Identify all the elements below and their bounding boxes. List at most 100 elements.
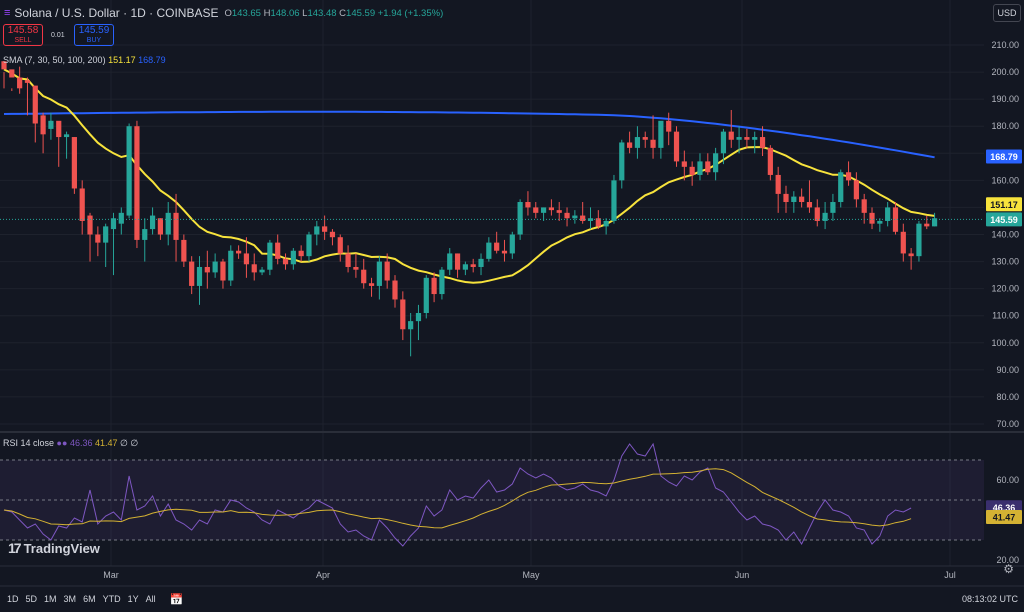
currency-selector[interactable]: USD xyxy=(993,4,1021,22)
candle-body xyxy=(658,120,664,148)
candle-body xyxy=(470,264,476,267)
candle-body xyxy=(181,239,187,262)
settings-gear-icon[interactable]: ⚙ xyxy=(1003,562,1014,576)
candle xyxy=(775,166,781,213)
candle xyxy=(454,253,461,278)
candle xyxy=(220,258,226,289)
candle-body xyxy=(251,264,257,273)
candle-body xyxy=(275,242,281,259)
sma-legend[interactable]: SMA (7, 30, 50, 100, 200) 151.17 168.79 xyxy=(3,55,166,65)
candle-body xyxy=(845,172,852,181)
candle xyxy=(9,69,15,92)
candle-body xyxy=(290,250,296,265)
candle-body xyxy=(149,215,156,230)
sell-button[interactable]: 145.58 SELL xyxy=(3,24,43,46)
candle xyxy=(431,272,437,303)
chart-canvas[interactable]: 70.00 80.00 90.00 100.00 110.00 120.00 130.00 1… xyxy=(0,0,1024,612)
candle-body xyxy=(415,313,422,322)
timeframe-1d[interactable]: 1D xyxy=(7,594,19,604)
price-tick-label: 140.00 xyxy=(991,230,1019,240)
bottom-toolbar: 1D 5D 1M 3M 6M YTD 1Y All 📅 08:13:02 UTC xyxy=(0,586,1024,612)
date-range-icon[interactable]: 📅 xyxy=(170,593,184,606)
rsi-value-2: 41.47 xyxy=(94,438,118,448)
candle xyxy=(298,245,304,262)
candle-body xyxy=(361,269,367,284)
candle xyxy=(822,202,828,230)
timeframe-1y[interactable]: 1Y xyxy=(128,594,139,604)
time-tick-label: Mar xyxy=(103,570,119,580)
candle xyxy=(783,185,789,213)
candle xyxy=(196,256,203,305)
candle xyxy=(908,248,914,270)
candle xyxy=(447,248,453,276)
candle-body xyxy=(204,266,210,273)
tradingview-wordmark: TradingView xyxy=(23,540,100,556)
candle-body xyxy=(728,131,734,140)
low-value: 143.48 xyxy=(307,7,337,19)
candle xyxy=(56,120,62,167)
candle xyxy=(916,220,922,262)
price-last-label: 145.59 xyxy=(990,215,1018,225)
timeframe-5d[interactable]: 5D xyxy=(26,594,38,604)
candle xyxy=(814,199,820,227)
tradingview-mark-icon: 17 xyxy=(8,540,22,556)
price-tick-label: 160.00 xyxy=(991,175,1019,185)
candle-body xyxy=(447,253,453,270)
candle-body xyxy=(533,207,539,213)
candle xyxy=(415,304,422,341)
candle xyxy=(767,145,773,181)
candle xyxy=(627,131,633,154)
close-value: 145.59 xyxy=(346,7,376,19)
candle-body xyxy=(157,218,163,235)
sell-price: 145.58 xyxy=(7,25,39,36)
candle xyxy=(345,245,351,273)
candle xyxy=(337,234,343,262)
price-axis: 70.00 80.00 90.00 100.00 110.00 120.00 130.00 1… xyxy=(991,40,1019,429)
chart-header: ≡ Solana / U.S. Dollar · 1D · COINBASE O… xyxy=(4,4,443,22)
time-axis: Mar Apr May Jun Jul xyxy=(0,565,1024,587)
timeframe-3m[interactable]: 3M xyxy=(64,594,77,604)
candle-body xyxy=(736,137,742,140)
price-tick-label: 110.00 xyxy=(992,311,1019,321)
buy-button[interactable]: 145.59 BUY xyxy=(74,24,114,46)
candle-body xyxy=(806,202,813,208)
candle-body xyxy=(627,142,633,148)
candle xyxy=(572,210,578,224)
candle xyxy=(361,258,367,289)
high-value: 148.06 xyxy=(270,7,300,19)
candle-body xyxy=(486,242,492,259)
candle xyxy=(580,202,586,224)
candle-body xyxy=(713,153,719,173)
candle-body xyxy=(634,137,641,148)
tradingview-logo[interactable]: 17 TradingView xyxy=(8,540,100,556)
candle-body xyxy=(908,253,914,257)
candle xyxy=(525,191,531,216)
timeframe-6m[interactable]: 6M xyxy=(83,594,96,604)
candle-body xyxy=(861,199,867,213)
candle-body xyxy=(384,261,390,281)
candle xyxy=(697,153,703,181)
timeframe-all[interactable]: All xyxy=(146,594,156,604)
symbol-logo-icon: ≡ xyxy=(4,7,11,19)
candle xyxy=(587,207,594,230)
ohlc-readout: O143.65 H148.06 L143.48 C145.59 +1.94 (+… xyxy=(225,8,444,19)
sma-short-last-label: 151.17 xyxy=(990,200,1018,210)
timeframe-1m[interactable]: 1M xyxy=(44,594,57,604)
candle-body xyxy=(314,226,320,235)
sma-short-line xyxy=(3,68,935,284)
candle xyxy=(157,218,163,240)
candle xyxy=(486,237,492,262)
rsi-value-3: ∅ ∅ xyxy=(120,438,139,448)
rsi-legend[interactable]: RSI 14 close ●● 46.36 41.47 ∅ ∅ xyxy=(3,438,138,449)
utc-clock[interactable]: 08:13:02 UTC xyxy=(962,594,1018,604)
candle xyxy=(924,215,930,230)
candle-body xyxy=(259,269,265,273)
timeframe-ytd[interactable]: YTD xyxy=(103,594,121,604)
candle-body xyxy=(556,210,562,213)
candle xyxy=(845,161,852,186)
candle xyxy=(877,218,883,232)
candle xyxy=(32,85,38,143)
symbol-title[interactable]: Solana / U.S. Dollar · 1D · COINBASE xyxy=(14,6,218,20)
buy-price: 145.59 xyxy=(78,25,110,36)
candle xyxy=(791,191,797,213)
